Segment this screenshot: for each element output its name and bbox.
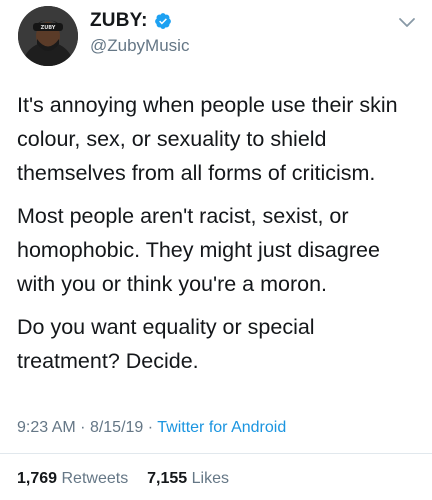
likes-count: 7,155 <box>147 470 188 487</box>
tweet-time[interactable]: 9:23 AM <box>17 419 76 436</box>
likes-stat[interactable]: 7,155 Likes <box>147 470 229 487</box>
retweets-count: 1,769 <box>17 470 58 487</box>
display-name[interactable]: ZUBY: <box>90 10 148 32</box>
avatar-image: ZUBY <box>18 6 78 66</box>
author-handle[interactable]: @ZubyMusic <box>90 36 189 56</box>
tweet-paragraph: It's annoying when people use their skin… <box>17 93 398 185</box>
chevron-down-icon[interactable] <box>398 16 416 28</box>
tweet-source-link[interactable]: Twitter for Android <box>157 419 286 436</box>
tweet-text: It's annoying when people use their skin… <box>17 88 421 387</box>
tweet-date[interactable]: 8/15/19 <box>90 419 143 436</box>
tweet-paragraph: Do you want equality or special treatmen… <box>17 315 315 373</box>
tweet-paragraph: Most people aren't racist, sexist, or ho… <box>17 204 380 296</box>
tweet-metadata: 9:23 AM · 8/15/19 · Twitter for Android <box>17 419 286 437</box>
author-name-row[interactable]: ZUBY: <box>90 9 172 33</box>
verified-badge-icon <box>154 12 172 30</box>
avatar[interactable]: ZUBY <box>18 6 78 66</box>
likes-label: Likes <box>191 470 229 487</box>
meta-separator: · <box>147 419 154 436</box>
divider <box>0 453 432 454</box>
retweets-stat[interactable]: 1,769 Retweets <box>17 470 133 487</box>
meta-separator: · <box>80 419 86 436</box>
retweets-label: Retweets <box>61 470 129 487</box>
svg-text:ZUBY: ZUBY <box>41 25 56 31</box>
tweet-card: ZUBY ZUBY: @ZubyMusic It's annoying when… <box>0 0 432 500</box>
engagement-stats: 1,769 Retweets 7,155 Likes <box>17 470 229 488</box>
